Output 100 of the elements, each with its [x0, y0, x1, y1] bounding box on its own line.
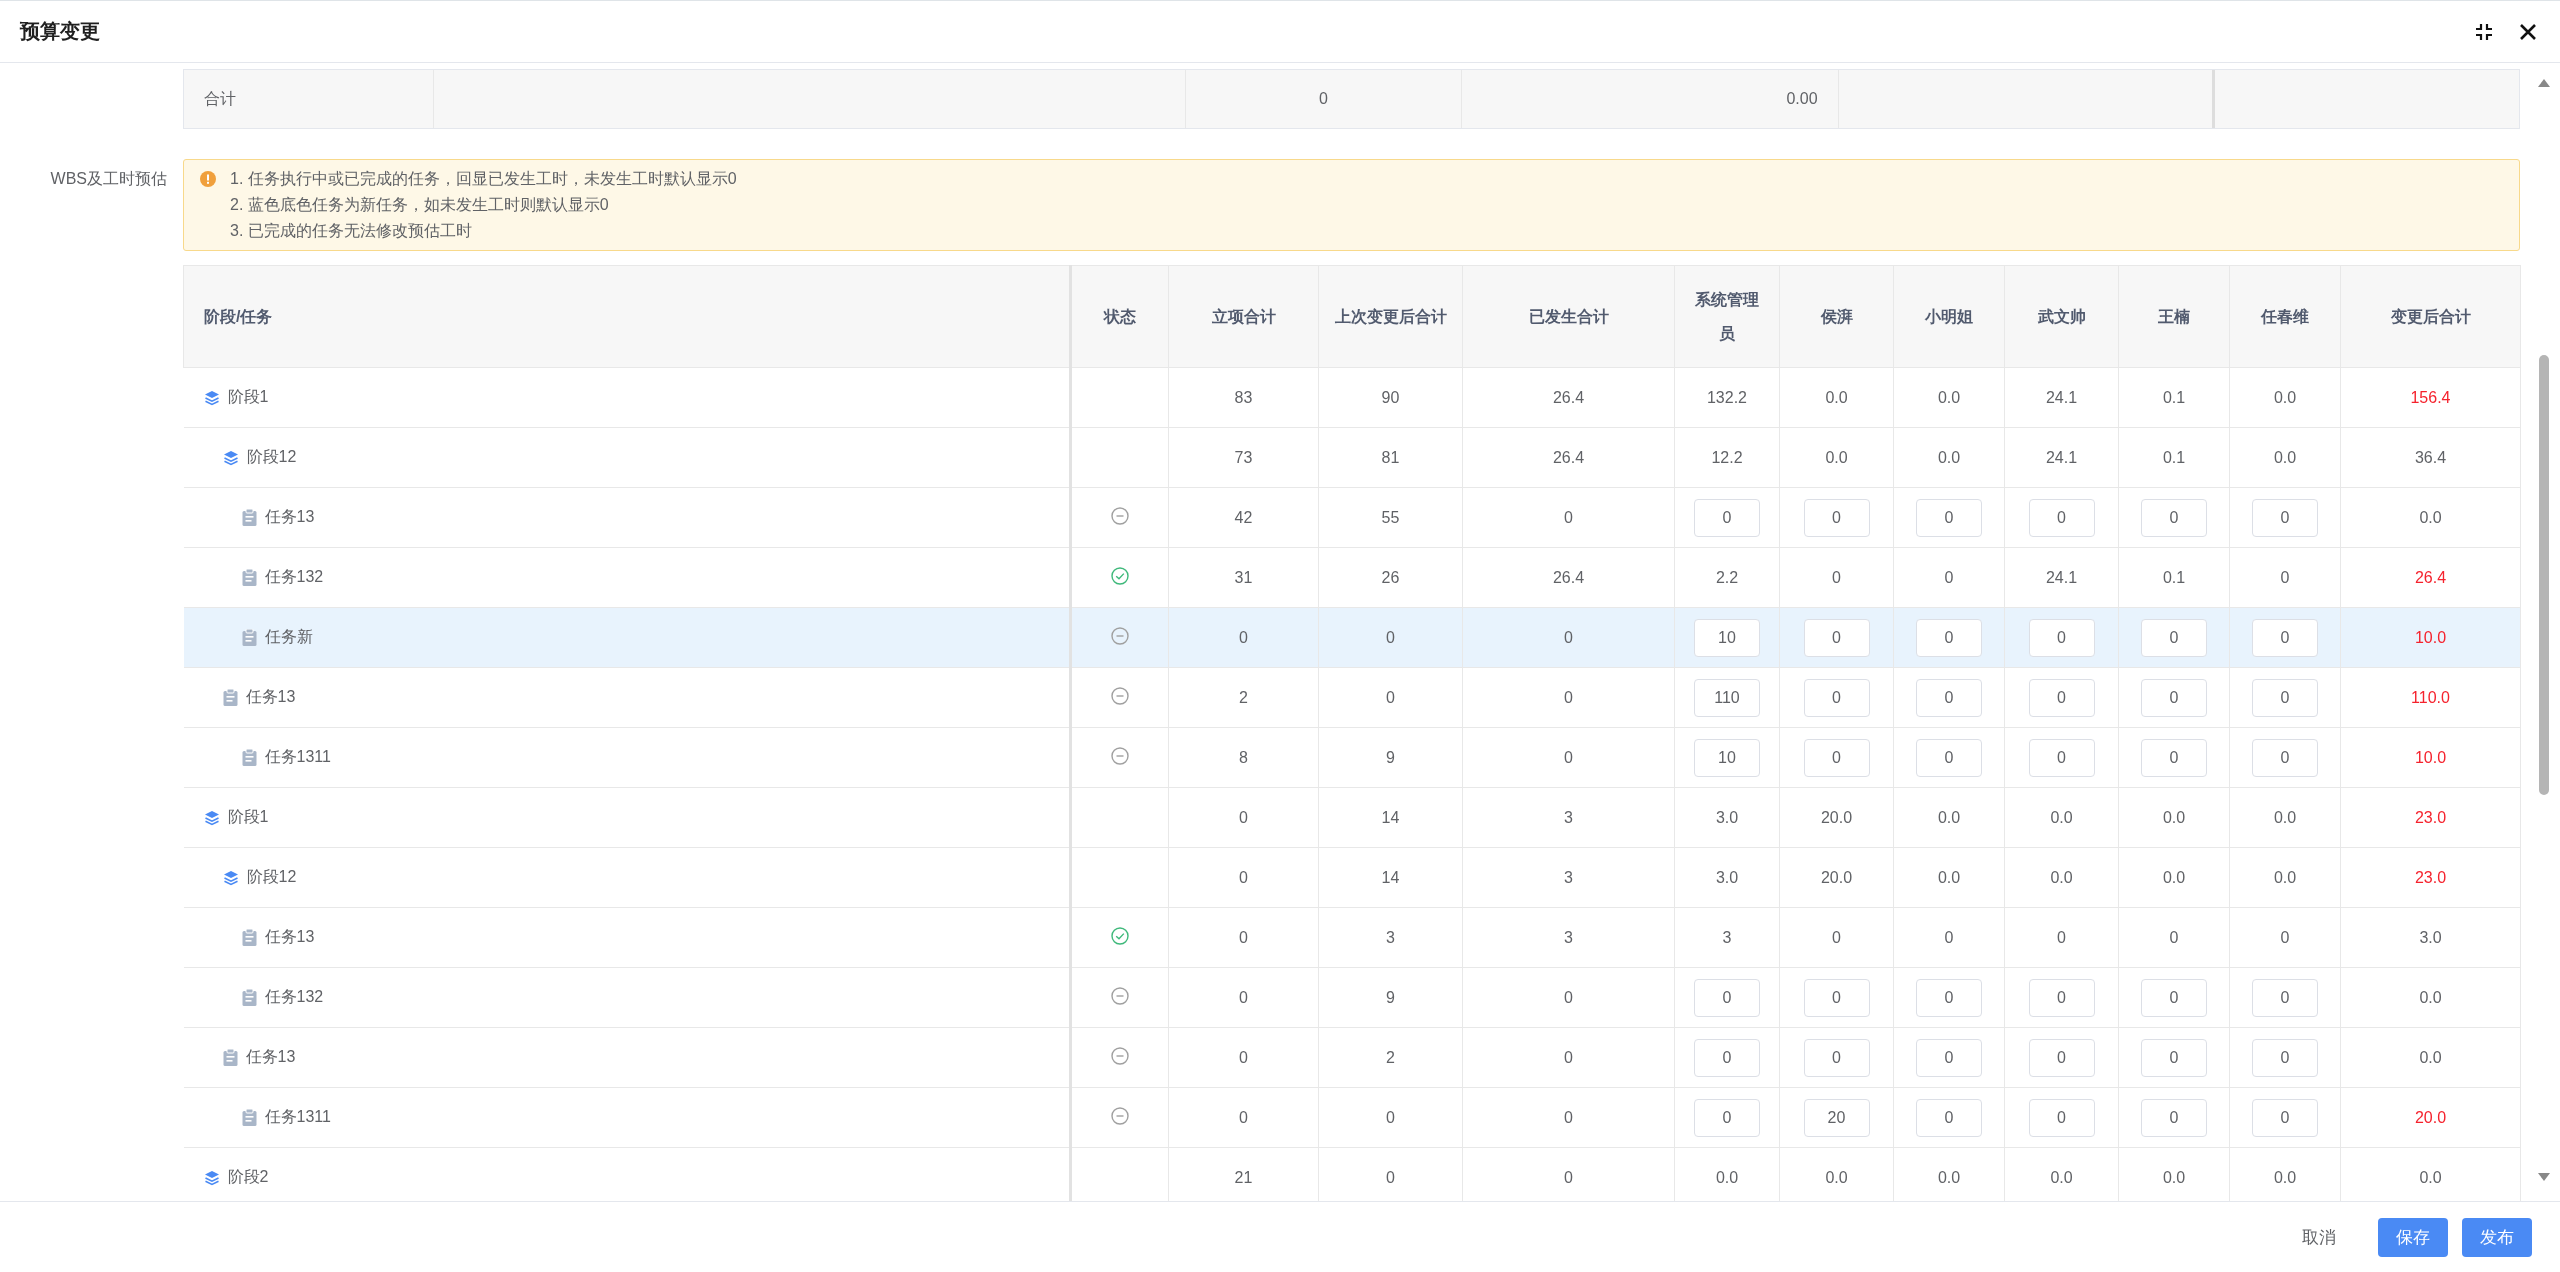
hours-input[interactable]: 0: [1803, 498, 1870, 537]
clipboard-icon: [241, 929, 257, 946]
hours-input[interactable]: 0: [1916, 1038, 1982, 1077]
hours-input[interactable]: 0: [2252, 618, 2318, 657]
table-cell: 0.0: [1937, 388, 1961, 406]
table-cell: 12.2: [1711, 448, 1743, 466]
action-button[interactable]: 保存: [2378, 1217, 2448, 1257]
hours-input[interactable]: 0: [1916, 1098, 1982, 1137]
table-cell: 0: [2280, 928, 2290, 946]
notice-text: 3. 已完成的任务无法修改预估工时: [230, 221, 473, 241]
column-header: 上次变更后合计: [1318, 265, 1463, 368]
table-cell: 20.0: [2414, 1108, 2447, 1126]
task-name: 阶段1: [227, 387, 269, 407]
hours-input[interactable]: 0: [1916, 618, 1982, 657]
table-cell: 0.0: [1715, 1168, 1739, 1186]
hours-input[interactable]: 110: [1694, 678, 1760, 717]
table-cell: 0.0: [2419, 508, 2442, 526]
table-cell: 0: [1564, 628, 1573, 646]
hours-input[interactable]: 0: [2141, 678, 2207, 717]
table-cell: 3: [1564, 928, 1573, 946]
cancel-button[interactable]: 取消: [2284, 1217, 2354, 1257]
table-cell: 3: [1386, 928, 1395, 946]
hours-input[interactable]: 0: [2028, 978, 2095, 1017]
table-cell: 0: [1239, 988, 1248, 1006]
clipboard-icon: [241, 749, 257, 766]
task-name: 阶段12: [246, 867, 297, 887]
hours-input[interactable]: 0: [2028, 678, 2095, 717]
hours-input[interactable]: 0: [2252, 738, 2318, 777]
hours-input[interactable]: 0: [2028, 618, 2095, 657]
table-cell: 20.0: [1820, 868, 1853, 886]
table-cell: 2.2: [1715, 568, 1739, 586]
hours-input[interactable]: 0: [2252, 498, 2318, 537]
hours-input[interactable]: 0: [2141, 1098, 2207, 1137]
hours-input[interactable]: 10: [1694, 618, 1760, 657]
hours-input[interactable]: 0: [2252, 678, 2318, 717]
table-cell: 0.1: [2162, 568, 2186, 586]
hours-input[interactable]: 0: [2141, 498, 2207, 537]
column-header: 武文帅: [2004, 265, 2119, 368]
hours-input[interactable]: 0: [2252, 1098, 2318, 1137]
hours-input[interactable]: 0: [2141, 1038, 2207, 1077]
hours-input[interactable]: 0: [2141, 618, 2207, 657]
notice-text: 1. 任务执行中或已完成的任务，回显已发生工时，未发生工时默认显示0: [230, 169, 737, 189]
table-cell: 0.0: [2162, 868, 2186, 886]
hours-input[interactable]: 0: [2028, 1098, 2095, 1137]
hours-input[interactable]: 0: [2252, 1038, 2318, 1077]
table-cell: 0.0: [1825, 448, 1848, 466]
column-header: 阶段/任务: [183, 265, 1071, 368]
table-cell: 14: [1381, 868, 1400, 886]
task-name: 任务132: [264, 987, 324, 1007]
layers-icon: [203, 389, 220, 406]
hours-input[interactable]: 0: [1916, 978, 1982, 1017]
hours-input[interactable]: 0: [1694, 1038, 1760, 1077]
hours-input[interactable]: 0: [2028, 738, 2095, 777]
table-cell: 26: [1381, 568, 1400, 586]
hours-input[interactable]: 0: [2028, 498, 2095, 537]
table-cell: 0.0: [2050, 1168, 2073, 1186]
column-header: 任春维: [2229, 265, 2341, 368]
hours-input[interactable]: 0: [1916, 678, 1982, 717]
hours-input[interactable]: 0: [1803, 618, 1870, 657]
hours-input[interactable]: 0: [1916, 738, 1982, 777]
hours-input[interactable]: 0: [1694, 1098, 1760, 1137]
clipboard-icon: [241, 509, 257, 526]
table-cell: 0: [1832, 568, 1841, 586]
layers-icon: [222, 449, 239, 466]
table-cell: 23.0: [2414, 868, 2447, 886]
clipboard-icon: [241, 1109, 257, 1126]
action-button[interactable]: 发布: [2462, 1217, 2532, 1257]
hours-input[interactable]: 0: [1803, 978, 1870, 1017]
table-cell: 0: [2280, 568, 2290, 586]
summary-value: 0: [1319, 90, 1328, 108]
hours-input[interactable]: 0: [2252, 978, 2318, 1017]
table-cell: 0: [1386, 1168, 1395, 1186]
table-cell: 10.0: [2414, 628, 2447, 646]
task-name: 任务13: [264, 507, 315, 527]
task-name: 任务1311: [264, 747, 331, 767]
warning-icon: [200, 171, 216, 187]
hours-input[interactable]: 10: [1694, 738, 1760, 777]
table-cell: 0.0: [1937, 868, 1961, 886]
hours-input[interactable]: 0: [1803, 738, 1870, 777]
hours-input[interactable]: 0: [1916, 498, 1982, 537]
hours-input[interactable]: 20: [1803, 1098, 1870, 1137]
hours-input[interactable]: 0: [1694, 978, 1760, 1017]
task-name: 任务132: [264, 567, 324, 587]
table-cell: 26.4: [1552, 388, 1585, 406]
hours-input[interactable]: 0: [2028, 1038, 2095, 1077]
column-header: 状态: [1070, 265, 1169, 368]
summary-label: 合计: [204, 88, 236, 109]
table-cell: 2: [1386, 1048, 1395, 1066]
table-cell: 0: [1564, 1048, 1573, 1066]
table-cell: 0: [1386, 1108, 1395, 1126]
summary-value: 0.00: [1786, 90, 1818, 108]
table-cell: 0.0: [2273, 808, 2297, 826]
table-cell: 9: [1386, 988, 1395, 1006]
hours-input[interactable]: 0: [1803, 678, 1870, 717]
table-cell: 26.4: [2414, 568, 2447, 586]
hours-input[interactable]: 0: [2141, 978, 2207, 1017]
hours-input[interactable]: 0: [1694, 498, 1760, 537]
hours-input[interactable]: 0: [1803, 1038, 1870, 1077]
hours-input[interactable]: 0: [2141, 738, 2207, 777]
table-cell: 3.0: [2419, 928, 2442, 946]
